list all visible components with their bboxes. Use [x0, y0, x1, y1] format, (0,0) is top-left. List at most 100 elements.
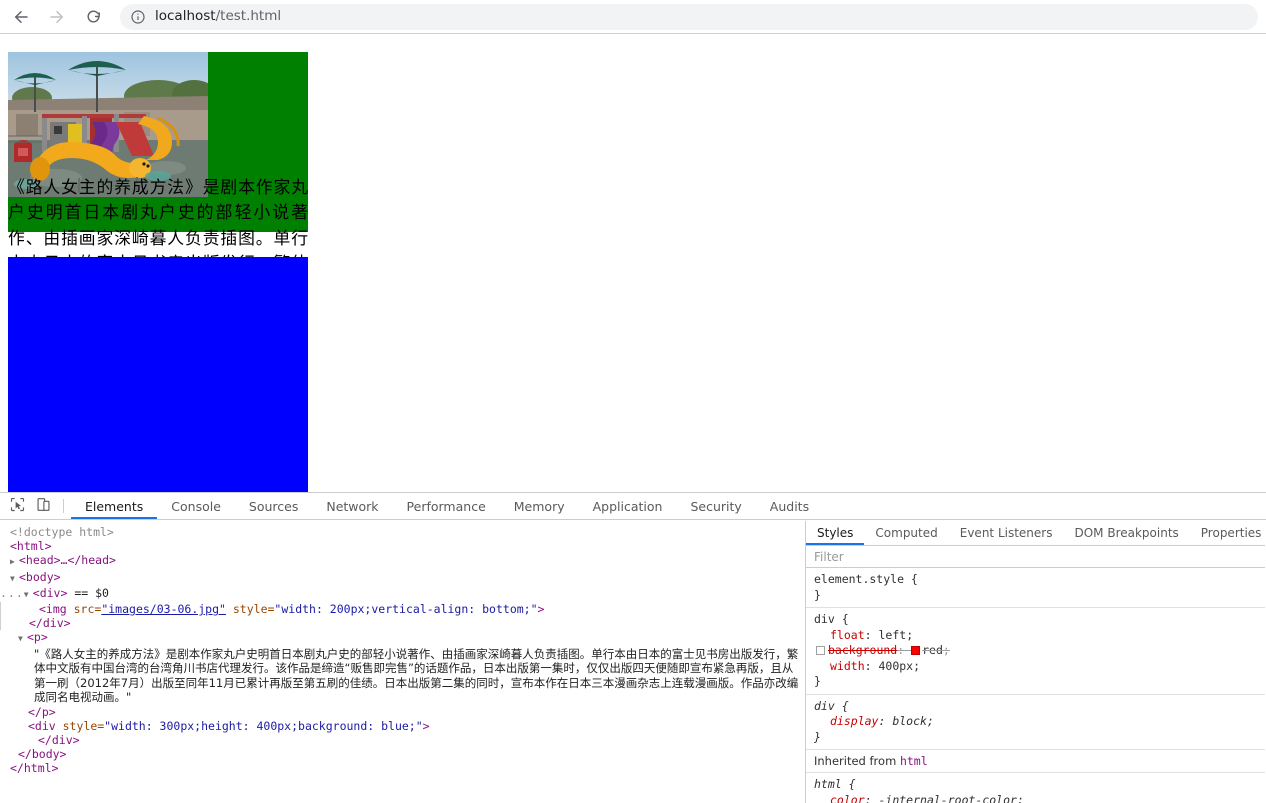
selected-node-marker: == $0 [74, 586, 109, 600]
prop-name: width [830, 659, 865, 673]
device-toolbar-button[interactable] [30, 493, 56, 519]
dom-line-div-selected[interactable]: ...▼<div> == $0 [0, 586, 805, 602]
dom-tree-pane[interactable]: <!doctype html> <html> ▶<head>…</head> ▼… [0, 521, 806, 803]
tab-properties[interactable]: Properties [1190, 521, 1265, 545]
forward-button[interactable] [42, 2, 72, 32]
chevron-down-icon[interactable]: ▼ [24, 588, 33, 602]
head-collapsed-tag: <head>…</head> [19, 553, 116, 567]
blue-div-style-attr-value: "width: 300px;height: 400px;background: … [104, 719, 423, 733]
address-bar-text: localhost/test.html [155, 10, 281, 24]
dom-text-node[interactable]: "《路人女主的养成方法》是剧本作家丸户史明首日本剧丸户史的部轻小说著作、由插画家… [0, 647, 800, 705]
browser-toolbar: localhost/test.html [0, 0, 1266, 34]
styles-filter-input[interactable]: Filter [806, 546, 1265, 568]
prop-name: display [830, 714, 878, 728]
dom-line-body-close[interactable]: </body> [0, 747, 805, 761]
dom-line-head[interactable]: ▶<head>…</head> [0, 553, 805, 569]
img-tag-close: > [538, 602, 545, 616]
inherited-source: html [900, 754, 928, 768]
dom-line-body-open[interactable]: ▼<body> [0, 570, 805, 586]
img-open-tag: <img [39, 602, 74, 616]
tab-audits[interactable]: Audits [756, 493, 823, 519]
dom-line-html-open[interactable]: <html> [0, 539, 805, 553]
tab-application[interactable]: Application [579, 493, 677, 519]
tab-performance[interactable]: Performance [393, 493, 500, 519]
tab-security[interactable]: Security [676, 493, 755, 519]
devtools-tabbar: Elements Console Sources Network Perform… [0, 493, 1266, 520]
p-open-tag: <p> [27, 630, 48, 644]
chevron-right-icon[interactable]: ▶ [10, 555, 19, 569]
prop-value[interactable]: red [922, 643, 943, 657]
arrow-left-icon [12, 8, 30, 26]
rule-close-brace: } [814, 588, 821, 602]
tab-console[interactable]: Console [157, 493, 235, 519]
dom-line-div-close[interactable]: </div> [0, 616, 805, 630]
html-close-tag: </html> [10, 761, 58, 775]
chevron-down-icon[interactable]: ▼ [18, 632, 27, 646]
color-swatch[interactable] [911, 646, 920, 655]
address-bar[interactable]: localhost/test.html [120, 4, 1258, 30]
styles-tabbar: Styles Computed Event Listeners DOM Brea… [806, 521, 1265, 546]
img-src-attr-name: src= [74, 602, 102, 616]
blue-div-tag-close: > [423, 719, 430, 733]
prop-value[interactable]: -internal-root-color [878, 793, 1016, 803]
rule-selector: div { [814, 612, 849, 626]
doctype-text: <!doctype html> [10, 525, 114, 539]
tab-sources[interactable]: Sources [235, 493, 312, 519]
html-open-tag: <html> [10, 539, 52, 553]
prop-display[interactable]: display: block; [814, 714, 934, 728]
img-style-attr-name: style= [226, 602, 274, 616]
inspect-cursor-icon [10, 497, 25, 516]
chevron-down-icon[interactable]: ▼ [10, 572, 19, 586]
inherited-section-header: Inherited from html [806, 750, 1265, 773]
dom-line-blue-div-close[interactable]: </div> [0, 733, 805, 747]
dom-line-html-close[interactable]: </html> [0, 761, 805, 775]
blue-div-style-attr-name: style= [63, 719, 105, 733]
page-viewport: 《路人女主的养成方法》是剧本作家丸户史明首日本剧丸户史的部轻小说著作、由插画家深… [0, 35, 1266, 492]
prop-width[interactable]: width: 400px; [814, 659, 920, 673]
prop-name: background [828, 643, 897, 657]
dom-line-doctype: <!doctype html> [0, 525, 805, 539]
dom-line-img[interactable]: <img src="images/03-06.jpg" style="width… [0, 602, 805, 616]
img-style-attr-value: "width: 200px;vertical-align: bottom;" [274, 602, 537, 616]
inspect-element-button[interactable] [4, 493, 30, 519]
prop-name: float [830, 628, 865, 642]
prop-value[interactable]: 400px [878, 659, 913, 673]
tab-event-listeners[interactable]: Event Listeners [949, 521, 1064, 545]
dom-line-p-open[interactable]: ▼<p> [0, 630, 805, 646]
tab-styles[interactable]: Styles [806, 521, 864, 545]
p-close-tag: </p> [28, 705, 56, 719]
tab-network[interactable]: Network [312, 493, 392, 519]
rule-selector: element.style { [814, 572, 918, 586]
prop-float[interactable]: float: left; [814, 628, 913, 642]
rule-html-useragent[interactable]: html { color: -internal-root-color; } [806, 773, 1265, 803]
arrow-right-icon [48, 8, 66, 26]
prop-name: color [830, 793, 865, 803]
info-circle-icon[interactable] [130, 9, 146, 25]
tab-memory[interactable]: Memory [500, 493, 579, 519]
blue-div-open-tag: <div [28, 719, 63, 733]
rule-div-useragent[interactable]: div { display: block; } [806, 695, 1265, 751]
back-button[interactable] [6, 2, 36, 32]
body-close-tag: </body> [18, 747, 66, 761]
dom-line-p-close[interactable]: </p> [0, 705, 805, 719]
img-src-attr-value[interactable]: "images/03-06.jpg" [101, 602, 226, 616]
rule-div-author[interactable]: div { float: left; background: red; widt… [806, 608, 1265, 695]
prop-color[interactable]: color: -internal-root-color; [814, 793, 1024, 803]
prop-value[interactable]: left [878, 628, 906, 642]
div-close-tag: </div> [29, 616, 71, 630]
rule-element-style[interactable]: element.style { } [806, 568, 1265, 608]
rule-selector: div { [814, 699, 849, 713]
prop-value[interactable]: block [892, 714, 927, 728]
dom-overflow-ellipsis[interactable]: ... [0, 586, 24, 600]
toolbar-divider [63, 499, 64, 513]
url-path: /test.html [216, 8, 282, 24]
device-toolbar-icon [36, 497, 51, 516]
tab-elements[interactable]: Elements [71, 493, 157, 519]
prop-background[interactable]: background: red; [814, 643, 950, 657]
reload-button[interactable] [78, 2, 108, 32]
dom-line-blue-div[interactable]: <div style="width: 300px;height: 400px;b… [0, 719, 805, 733]
tab-dom-breakpoints[interactable]: DOM Breakpoints [1063, 521, 1189, 545]
prop-enable-checkbox[interactable] [816, 646, 825, 655]
styles-pane: Styles Computed Event Listeners DOM Brea… [806, 521, 1265, 803]
tab-computed[interactable]: Computed [864, 521, 948, 545]
